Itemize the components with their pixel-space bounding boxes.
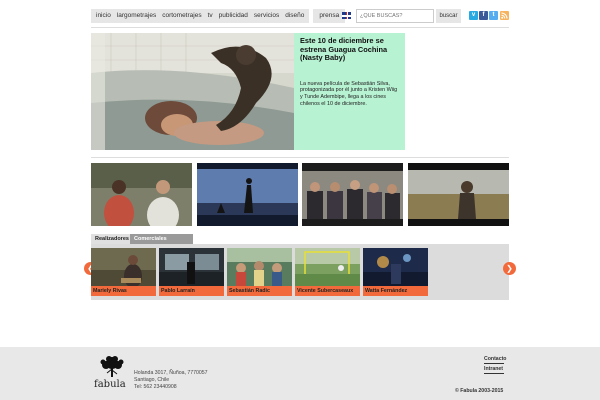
- video-thumbnail[interactable]: [408, 163, 509, 226]
- address-phone: Tel: 562 23440908: [134, 384, 177, 390]
- video-thumbnail[interactable]: [91, 163, 192, 226]
- director-photo: [159, 248, 224, 286]
- address-line: Santiago, Chile: [134, 377, 170, 383]
- search-input[interactable]: [356, 9, 434, 23]
- footer-link-contacto[interactable]: Contacto: [484, 356, 506, 362]
- director-card[interactable]: Pablo Larraín: [159, 248, 224, 296]
- uk-flag-icon[interactable]: [342, 12, 351, 19]
- footer-address: Holanda 3017, Ñuñoa, 7770057 Santiago, C…: [134, 370, 208, 391]
- address-line: Holanda 3017, Ñuñoa, 7770057: [134, 370, 208, 376]
- vimeo-icon[interactable]: v: [469, 11, 478, 20]
- hero-panel[interactable]: Este 10 de diciembre se estrena Guagua C…: [294, 33, 405, 150]
- facebook-icon[interactable]: f: [479, 11, 488, 20]
- tab-comerciales-recientes[interactable]: Comerciales Recientes: [130, 234, 193, 252]
- footer: [0, 347, 600, 400]
- director-photo: [295, 248, 360, 286]
- director-card[interactable]: Sebastián Radic: [227, 248, 292, 296]
- nav-item-cortometrajes[interactable]: cortometrajes: [159, 9, 204, 23]
- search-button[interactable]: buscar: [436, 9, 461, 23]
- nav-item-prensa[interactable]: prensa: [313, 9, 346, 23]
- video-thumbnail[interactable]: [197, 163, 298, 226]
- director-name: Mariely Rivas: [93, 288, 127, 294]
- nav-item-inicio[interactable]: inicio: [93, 9, 114, 23]
- fabula-logo[interactable]: [97, 355, 127, 379]
- hero-image[interactable]: [91, 33, 294, 150]
- director-photo: [227, 248, 292, 286]
- director-name: Watta Fernández: [365, 288, 408, 294]
- hero-description: La nueva película de Sebastián Silva, pr…: [300, 80, 398, 107]
- director-name: Sebastián Radic: [229, 288, 270, 294]
- director-photo: [363, 248, 428, 286]
- director-photo: [91, 248, 156, 286]
- rss-icon[interactable]: [500, 11, 509, 20]
- nav-item-diseno[interactable]: diseño: [282, 9, 307, 23]
- director-name: Vicente Subercaseaux: [297, 288, 354, 294]
- nav-item-servicios[interactable]: servicios: [251, 9, 282, 23]
- hero-title[interactable]: Este 10 de diciembre se estrena Guagua C…: [300, 36, 399, 63]
- carousel-next-button[interactable]: ❯: [503, 262, 516, 275]
- footer-copyright: © Fabula 2003-2015: [455, 388, 504, 394]
- nav-prensa-label: prensa: [319, 12, 340, 19]
- tab-realizadores[interactable]: Realizadores: [91, 234, 130, 244]
- footer-divider: [484, 373, 504, 374]
- fabula-logo-text: fabula: [94, 379, 126, 390]
- footer-divider: [484, 363, 504, 364]
- hero-divider: [91, 157, 509, 158]
- twitter-icon[interactable]: t: [489, 11, 498, 20]
- nav-item-largometrajes[interactable]: largometrajes: [114, 9, 159, 23]
- main-nav: inicio largometrajes cortometrajes tv pu…: [91, 9, 346, 23]
- nav-item-tv[interactable]: tv: [205, 9, 216, 23]
- video-thumbnail[interactable]: [302, 163, 403, 226]
- director-card[interactable]: Vicente Subercaseaux: [295, 248, 360, 296]
- footer-link-intranet[interactable]: Intranet: [484, 366, 503, 372]
- nav-item-publicidad[interactable]: publicidad: [216, 9, 251, 23]
- director-card[interactable]: Watta Fernández: [363, 248, 428, 296]
- nav-divider: [91, 27, 509, 28]
- director-name: Pablo Larraín: [161, 288, 195, 294]
- nav-menu: inicio largometrajes cortometrajes tv pu…: [91, 9, 310, 23]
- director-card[interactable]: Mariely Rivas: [91, 248, 156, 296]
